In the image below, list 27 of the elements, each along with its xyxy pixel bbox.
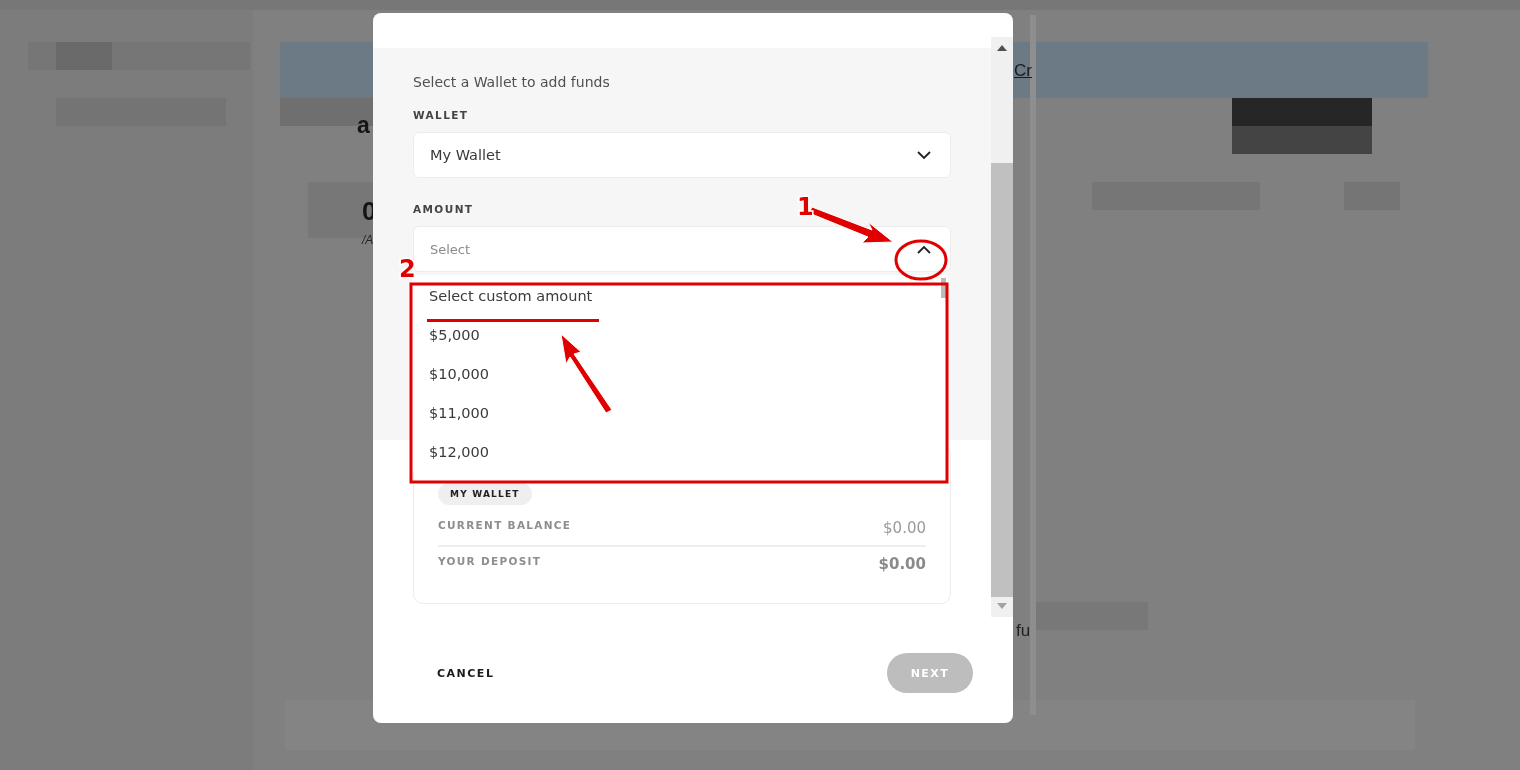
summary-label: CURRENT BALANCE [438,519,572,531]
link[interactable]: Cr [1014,62,1032,79]
scrollbar[interactable] [941,278,946,298]
page-text: fu [1016,622,1031,639]
summary-value: $0.00 [883,519,926,537]
chevron-up-icon [917,244,931,254]
dropdown-option[interactable]: $5,000 [415,315,941,355]
highlight-circle [894,239,948,281]
summary-value: $0.00 [878,555,926,573]
page-text: a [357,114,370,137]
dropdown-option[interactable]: $10,000 [415,354,941,394]
annotation-number: 1 [797,193,814,221]
field-label: AMOUNT [413,203,474,215]
scrollbar[interactable] [991,37,1013,617]
select-field[interactable]: Select [413,226,951,272]
dropdown-option[interactable]: Select custom amount [415,277,941,316]
select-field[interactable]: My Wallet [413,132,951,178]
page-text: /A [362,234,374,246]
field-label: WALLET [413,109,469,121]
wallet-badge: MY WALLET [438,483,532,505]
dropdown-option[interactable]: $12,000 [415,432,941,471]
dropdown-option[interactable]: $11,000 [415,393,941,433]
cancel-button[interactable]: CANCEL [437,660,495,686]
annotation-number: 2 [399,255,416,283]
chevron-down-icon [917,150,931,160]
summary-label: YOUR DEPOSIT [438,555,542,567]
instruction-text: Select a Wallet to add funds [413,74,611,90]
